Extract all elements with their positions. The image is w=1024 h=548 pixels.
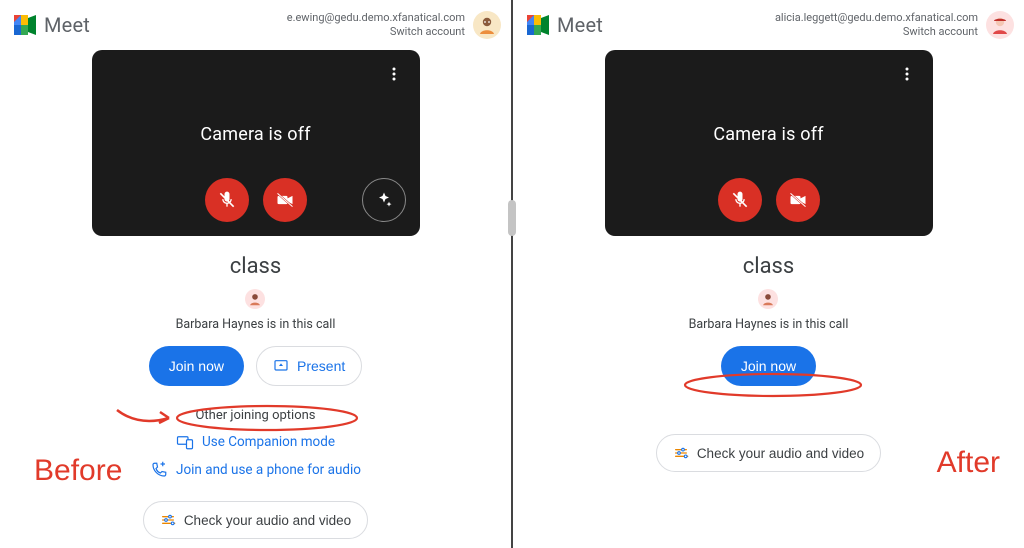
meet-logo: Meet	[14, 13, 90, 37]
tune-icon	[160, 512, 176, 528]
visual-effects-button[interactable]	[362, 178, 406, 222]
mic-toggle-button[interactable]	[205, 178, 249, 222]
annotation-before-text: Before	[34, 454, 122, 488]
account-email: alicia.leggett@gedu.demo.xfanatical.com	[775, 11, 978, 25]
account-email: e.ewing@gedu.demo.xfanatical.com	[287, 11, 465, 25]
account-switcher[interactable]: alicia.leggett@gedu.demo.xfanatical.com …	[775, 11, 1014, 39]
before-pane: Meet e.ewing@gedu.demo.xfanatical.com Sw…	[0, 0, 512, 548]
present-label: Present	[297, 358, 345, 374]
check-av-label: Check your audio and video	[697, 446, 864, 461]
camera-off-icon	[275, 190, 295, 210]
preview-controls	[605, 178, 933, 222]
product-name: Meet	[44, 13, 90, 37]
companion-mode-link[interactable]: Use Companion mode	[176, 433, 335, 451]
mic-off-icon	[730, 190, 750, 210]
present-icon	[273, 358, 289, 374]
other-options-label: Other joining options	[195, 408, 315, 423]
tune-icon	[673, 445, 689, 461]
camera-toggle-button[interactable]	[263, 178, 307, 222]
more-vert-icon	[386, 66, 402, 82]
more-vert-icon	[899, 66, 915, 82]
participant-line: Barbara Haynes is in this call	[176, 317, 336, 332]
avatar-icon	[248, 292, 262, 306]
more-options-button[interactable]	[893, 60, 921, 88]
sparkle-icon	[374, 190, 394, 210]
switch-account-link[interactable]: Switch account	[287, 25, 465, 39]
camera-off-text: Camera is off	[200, 124, 310, 145]
devices-icon	[176, 433, 194, 451]
meeting-title: class	[230, 254, 282, 279]
mic-toggle-button[interactable]	[718, 178, 762, 222]
participant-line: Barbara Haynes is in this call	[689, 317, 849, 332]
header: Meet e.ewing@gedu.demo.xfanatical.com Sw…	[0, 0, 511, 44]
join-section: class Barbara Haynes is in this call Joi…	[656, 254, 881, 472]
participant-avatar	[758, 289, 778, 309]
check-av-label: Check your audio and video	[184, 513, 351, 528]
camera-toggle-button[interactable]	[776, 178, 820, 222]
meet-logo-icon	[527, 15, 551, 35]
join-now-button[interactable]: Join now	[149, 346, 244, 386]
annotation-after-text: After	[937, 446, 1000, 480]
meet-logo: Meet	[527, 13, 603, 37]
account-text: alicia.leggett@gedu.demo.xfanatical.com …	[775, 11, 978, 39]
participant-avatar	[245, 289, 265, 309]
avatar-icon	[761, 292, 775, 306]
companion-mode-label: Use Companion mode	[202, 434, 335, 450]
after-pane: Meet alicia.leggett@gedu.demo.xfanatical…	[512, 0, 1024, 548]
meeting-title: class	[743, 254, 795, 279]
product-name: Meet	[557, 13, 603, 37]
camera-off-text: Camera is off	[713, 124, 823, 145]
join-now-button[interactable]: Join now	[721, 346, 816, 386]
check-av-button[interactable]: Check your audio and video	[656, 434, 881, 472]
present-button[interactable]: Present	[256, 346, 362, 386]
check-av-button[interactable]: Check your audio and video	[143, 501, 368, 539]
meet-logo-icon	[14, 15, 38, 35]
account-switcher[interactable]: e.ewing@gedu.demo.xfanatical.com Switch …	[287, 11, 501, 39]
account-text: e.ewing@gedu.demo.xfanatical.com Switch …	[287, 11, 465, 39]
join-section: class Barbara Haynes is in this call Joi…	[143, 254, 368, 539]
more-options-button[interactable]	[380, 60, 408, 88]
avatar-icon	[990, 15, 1010, 35]
avatar[interactable]	[986, 11, 1014, 39]
camera-off-icon	[788, 190, 808, 210]
phone-audio-label: Join and use a phone for audio	[176, 462, 361, 478]
avatar[interactable]	[473, 11, 501, 39]
split-divider-handle[interactable]	[508, 200, 516, 236]
avatar-icon	[477, 15, 497, 35]
switch-account-link[interactable]: Switch account	[775, 25, 978, 39]
phone-audio-link[interactable]: Join and use a phone for audio	[150, 461, 361, 479]
video-preview: Camera is off	[92, 50, 420, 236]
mic-off-icon	[217, 190, 237, 210]
header: Meet alicia.leggett@gedu.demo.xfanatical…	[513, 0, 1024, 44]
phone-icon	[150, 461, 168, 479]
video-preview: Camera is off	[605, 50, 933, 236]
